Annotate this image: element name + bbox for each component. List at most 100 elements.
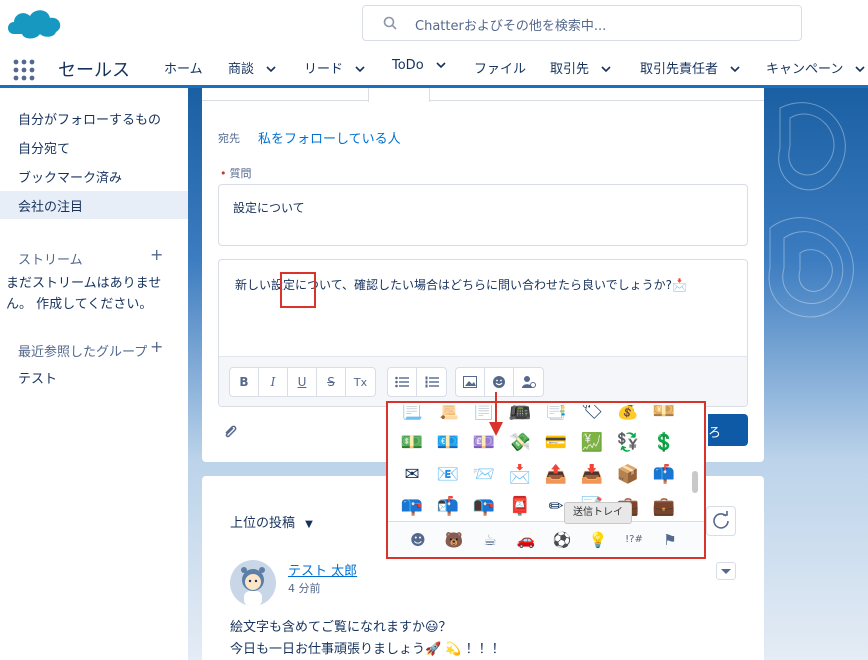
emoji-option[interactable]: 🏷 [578,405,606,425]
emoji-option[interactable]: 📤 [542,461,570,489]
nav-tab-label: ToDo [392,58,424,73]
nav-tab-label: キャンペーン [766,62,844,77]
emoji-row: 📃 📜 📄 📠 📑 🏷 💰 💴 [392,405,690,429]
to-label: 宛先 [218,132,240,145]
tab-divider [368,88,369,102]
chevron-down-icon[interactable] [266,64,276,74]
emoji-option[interactable]: 💵 [398,429,426,457]
emoji-option[interactable]: 💳 [542,429,570,457]
post-timestamp[interactable]: 4 分前 [288,580,321,596]
emoji-row: 💵 💶 💷 💸 💳 💹 💱 💲 [392,429,690,461]
nav-tab[interactable]: キャンペーン [766,58,865,77]
emoji-row: 📪📬📭📮✏📝💼💼 [392,493,690,521]
nav-tab[interactable]: ファイル [474,58,526,77]
nav-tab[interactable]: 取引先 [550,58,611,77]
emoji-option[interactable]: 📦 [614,461,642,489]
emoji-option[interactable]: 📜 [434,405,462,425]
bold-button[interactable]: B [230,368,259,396]
emoji-option[interactable]: 💹 [578,429,606,457]
nav-tab[interactable]: リード [304,58,365,77]
insert-image-button[interactable] [456,368,485,396]
app-launcher-icon[interactable] [12,58,36,82]
emoji-option[interactable]: 📠 [506,405,534,425]
left-sidebar: 自分がフォローするもの 自分宛て ブックマーク済み 会社の注目 ストリーム + … [0,91,188,660]
emoji-option[interactable]: 📮 [506,493,534,521]
list-group [387,367,447,397]
post-menu-button[interactable] [716,562,736,580]
italic-button[interactable]: I [259,368,288,396]
chevron-down-icon[interactable] [730,64,740,74]
search-box[interactable]: Chatterおよびその他を検索中... [362,5,802,41]
emoji-option[interactable]: 📭 [470,493,498,521]
avatar[interactable] [230,560,276,606]
to-audience-link[interactable]: 私をフォローしている人 [258,128,401,147]
emoji-option[interactable]: 📃 [398,405,426,425]
emoji-option[interactable]: 💰 [614,405,642,425]
sidebar-item-following[interactable]: 自分がフォローするもの [18,109,161,128]
salesforce-logo[interactable] [4,4,64,44]
nav-tab[interactable]: ホーム [164,58,203,77]
astro-avatar-icon [241,567,265,606]
coffee-icon[interactable]: ☕ [478,528,502,552]
question-input[interactable]: 設定について [218,184,748,246]
post-author-link[interactable]: テスト 太郎 [288,560,357,579]
emoji-option[interactable]: 📨 [470,461,498,489]
flag-icon[interactable]: ⚑ [658,528,682,552]
symbols-icon[interactable]: !?# [622,528,646,552]
pointer-arrow [489,392,503,436]
lightbulb-icon[interactable]: 💡 [586,528,610,552]
emoji-option[interactable]: ✉ [398,461,426,489]
app-name: セールス [58,60,130,81]
tab-divider [430,100,764,101]
emoji-option[interactable]: 💸 [506,429,534,457]
sort-dropdown[interactable]: 上位の投稿 ▼ [230,512,313,531]
attachment-icon[interactable] [222,424,238,440]
emoji-option[interactable]: 📩 [506,461,534,489]
smiley-icon[interactable]: ☻ [406,528,430,552]
sidebar-item-to-me[interactable]: 自分宛て [18,138,70,157]
add-stream-icon[interactable]: + [150,245,163,264]
nav-tab[interactable]: 商談 [228,58,276,77]
car-icon[interactable]: 🚗 [514,528,538,552]
emoji-option[interactable]: 📧 [434,461,462,489]
add-group-icon[interactable]: + [150,337,163,356]
chevron-down-icon[interactable] [436,60,446,70]
bullet-list-button[interactable] [388,368,417,396]
ball-icon[interactable]: ⚽ [550,528,574,552]
caret-down-icon [721,569,731,574]
picker-scrollbar[interactable] [692,471,698,493]
numbered-list-button[interactable] [417,368,446,396]
underline-button[interactable]: U [288,368,317,396]
emoji-option[interactable]: 💱 [614,429,642,457]
emoji-option[interactable]: 💼 [650,493,678,521]
topographic-decoration [768,102,854,318]
chevron-down-icon[interactable] [601,64,611,74]
strikethrough-button[interactable]: S [317,368,346,396]
chevron-down-icon[interactable] [855,64,865,74]
nav-tab[interactable]: ToDo [392,58,446,73]
mention-button[interactable] [514,368,543,396]
bear-icon[interactable]: 🐻 [442,528,466,552]
emoji-option[interactable]: 💴 [650,405,678,425]
emoji-option[interactable]: 📫 [650,461,678,489]
emoji-option[interactable]: 💲 [650,429,678,457]
nav-tab[interactable]: 取引先責任者 [640,58,740,77]
numbered-list-icon [425,376,439,388]
clear-format-button[interactable]: Tx [346,368,375,396]
tab-divider [202,100,368,101]
emoji-button-highlight [280,272,316,308]
sidebar-group-item[interactable]: テスト [18,368,57,387]
nav-tab-label: ホーム [164,62,203,77]
sidebar-item-bookmarked[interactable]: ブックマーク済み [18,167,122,186]
sidebar-item-company-highlights[interactable]: 会社の注目 [18,196,83,215]
emoji-option[interactable]: 📬 [434,493,462,521]
refresh-button[interactable] [706,506,736,536]
emoji-option[interactable]: 📪 [398,493,426,521]
emoji-option[interactable]: 📑 [542,405,570,425]
share-button[interactable]: ろ [708,414,748,446]
recent-groups-heading: 最近参照したグループ [18,345,148,360]
search-icon [383,16,397,30]
emoji-option[interactable]: 💶 [434,429,462,457]
emoji-option[interactable]: 📥 [578,461,606,489]
chevron-down-icon[interactable] [355,64,365,74]
